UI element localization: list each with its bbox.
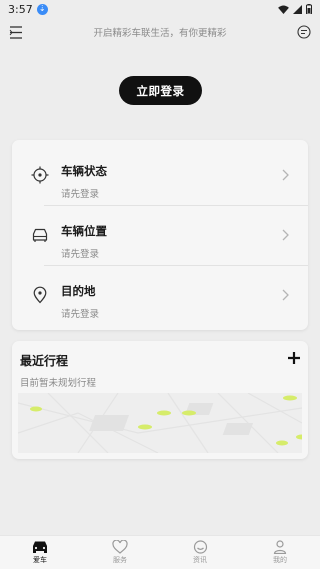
- car-front-icon: [32, 228, 48, 242]
- nav-mine-label: 我的: [273, 556, 287, 564]
- chevron-right-icon: [282, 229, 289, 241]
- chevron-right-icon: [282, 169, 289, 181]
- target-icon: [31, 166, 49, 184]
- login-button[interactable]: 立即登录: [119, 76, 202, 105]
- menu-icon: [9, 25, 22, 39]
- person-icon: [273, 540, 287, 554]
- add-trip-button[interactable]: [286, 350, 302, 366]
- top-bar: 开启精彩车联生活，有你更精彩: [0, 18, 320, 46]
- status-right: [278, 4, 312, 14]
- signal-icon: [293, 4, 302, 14]
- nav-news-label: 资讯: [193, 556, 207, 564]
- car-icon: [33, 541, 47, 553]
- status-time: 3:57: [8, 2, 33, 16]
- nav-service-label: 服务: [113, 556, 127, 564]
- vehicle-location-row[interactable]: 车辆位置 请先登录: [12, 206, 308, 264]
- location-pin-icon: [33, 286, 47, 304]
- message-button[interactable]: [294, 22, 314, 42]
- heart-icon: [112, 540, 128, 554]
- vehicle-card: 车辆状态 请先登录 车辆位置 请先登录 目的地 请先登录: [12, 140, 308, 330]
- recent-trips-subtitle: 目前暂未规划行程: [20, 378, 97, 389]
- status-bar: 3:57 ⇣: [0, 0, 320, 18]
- vehicle-status-subtitle: 请先登录: [61, 189, 100, 200]
- nav-mine[interactable]: 我的: [250, 540, 310, 565]
- recent-trips-card: 最近行程 目前暂未规划行程: [12, 341, 308, 459]
- vehicle-location-subtitle: 请先登录: [61, 249, 100, 260]
- chevron-right-icon: [282, 289, 289, 301]
- battery-icon: [306, 4, 312, 14]
- nav-service[interactable]: 服务: [90, 540, 150, 565]
- nav-car-label: 爱车: [33, 556, 47, 564]
- recent-trips-title: 最近行程: [20, 354, 69, 368]
- destination-row[interactable]: 目的地 请先登录: [12, 266, 308, 324]
- menu-button[interactable]: [6, 22, 26, 42]
- vehicle-location-title: 车辆位置: [61, 224, 107, 238]
- destination-subtitle: 请先登录: [61, 309, 100, 320]
- nav-news[interactable]: 资讯: [170, 540, 230, 565]
- smile-icon: [193, 540, 207, 554]
- message-icon: [297, 25, 311, 39]
- notification-icon: ⇣: [36, 3, 48, 15]
- bottom-nav: 爱车 服务 资讯 我的: [0, 535, 320, 569]
- wifi-icon: [278, 4, 289, 14]
- destination-title: 目的地: [61, 284, 96, 298]
- map-illustration: [18, 393, 302, 453]
- status-left: 3:57 ⇣: [8, 3, 48, 16]
- tagline: 开启精彩车联生活，有你更精彩: [93, 28, 227, 39]
- vehicle-status-title: 车辆状态: [61, 164, 107, 178]
- vehicle-status-row[interactable]: 车辆状态 请先登录: [12, 146, 308, 204]
- nav-car[interactable]: 爱车: [10, 540, 70, 565]
